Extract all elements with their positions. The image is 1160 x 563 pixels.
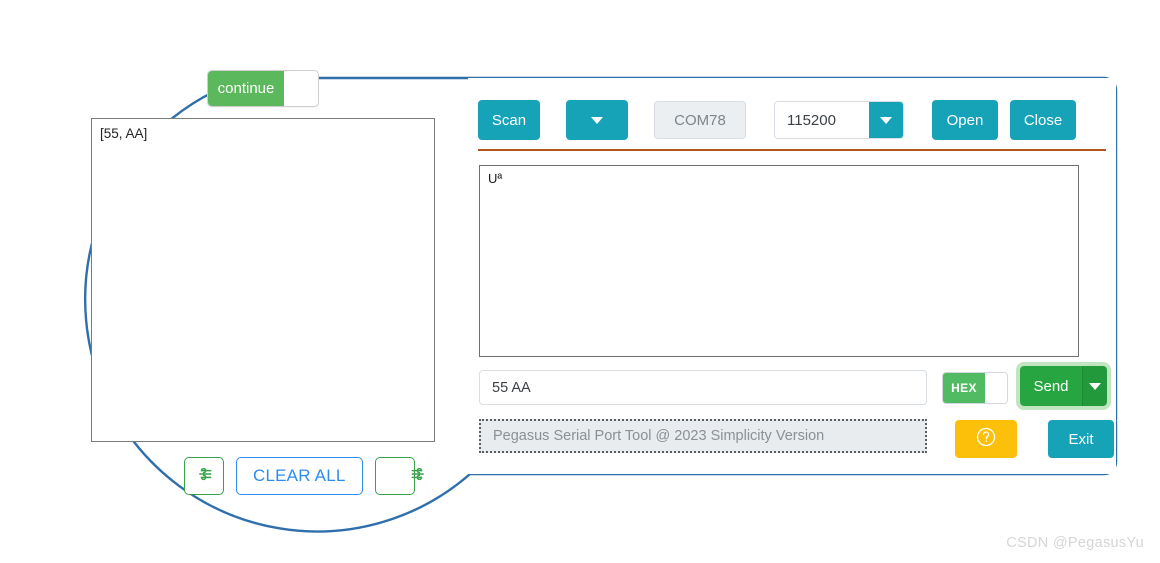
hex-toggle-on-label: HEX [943,373,985,403]
toolbar-divider [478,149,1106,151]
send-input[interactable]: 55 AA [479,370,927,405]
baudrate-value: 115200 [775,102,869,138]
baudrate-dropdown-button[interactable] [869,102,903,138]
exit-button[interactable]: Exit [1048,420,1114,458]
wind-right-button[interactable] [374,457,424,495]
hex-toggle[interactable]: HEX [942,372,1008,404]
continue-toggle-on-label: continue [208,71,284,106]
receive-textarea[interactable]: Uª [479,165,1079,357]
continue-toggle[interactable]: continue [207,70,319,107]
chevron-down-icon [591,116,603,124]
watermark: CSDN @PegasusYu [1006,535,1144,551]
port-field[interactable]: COM78 [654,101,746,139]
chevron-down-icon [1089,382,1101,390]
connection-toolbar: Scan COM78 115200 Open Close [478,100,1076,140]
open-button[interactable]: Open [932,100,998,140]
magnified-view: continue [55, AA] CLEAR ALL [88,62,448,502]
send-button-group[interactable]: Send [1020,366,1107,406]
help-button[interactable] [955,420,1017,458]
send-button[interactable]: Send [1020,366,1082,406]
magnified-log-textarea[interactable]: [55, AA] [91,118,435,442]
baudrate-select[interactable]: 115200 [774,101,904,139]
clear-all-button[interactable]: CLEAR ALL [236,457,363,495]
status-bar: Pegasus Serial Port Tool @ 2023 Simplici… [479,419,927,453]
send-dropdown-button[interactable] [1082,366,1107,406]
continue-toggle-off-segment[interactable] [284,71,318,106]
scan-dropdown-button[interactable] [566,100,628,140]
close-button[interactable]: Close [1010,100,1076,140]
wind-left-icon [194,464,214,489]
magnified-button-row: CLEAR ALL [184,457,424,495]
wind-left-button[interactable] [184,457,224,495]
serial-tool-panel: Scan COM78 115200 Open Close Uª 55 AA HE… [468,78,1116,474]
question-circle-icon [974,425,998,454]
scan-button[interactable]: Scan [478,100,540,140]
hex-toggle-off-segment[interactable] [985,373,1007,403]
chevron-down-icon [880,116,892,124]
wind-right-icon [385,464,424,489]
